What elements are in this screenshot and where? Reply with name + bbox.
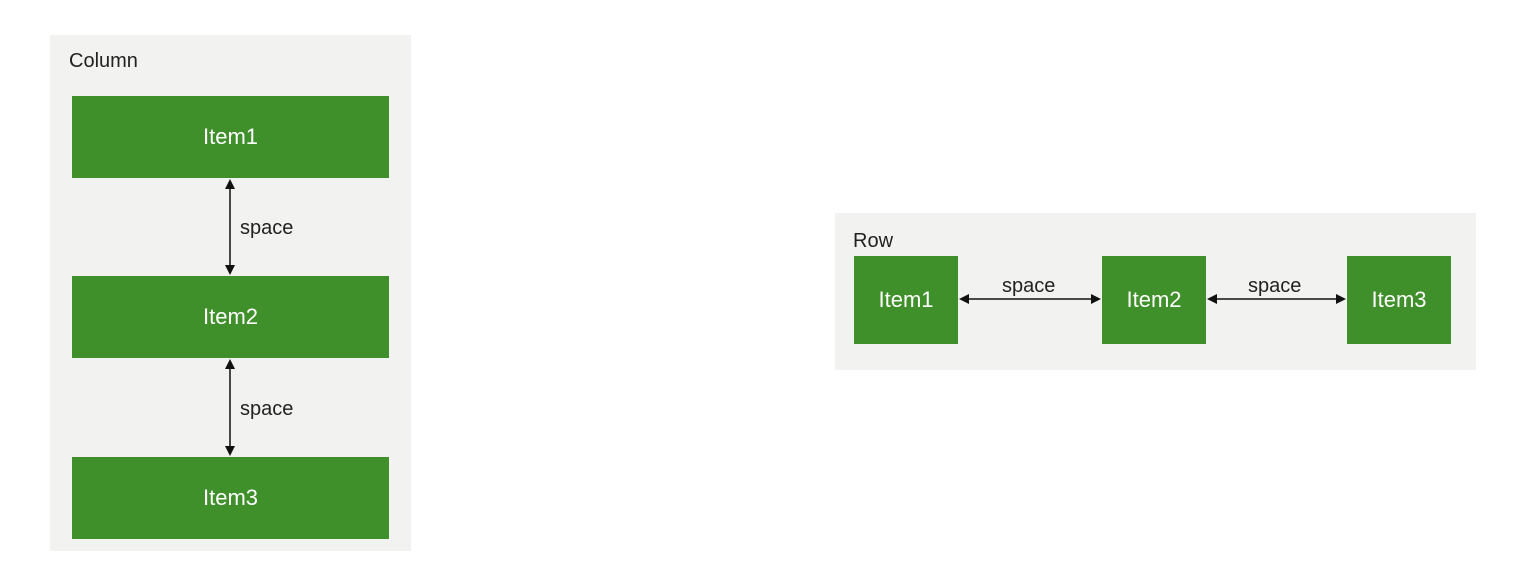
- column-item-3: Item3: [72, 457, 389, 539]
- column-item-2: Item2: [72, 276, 389, 358]
- column-space-label-1: space: [240, 217, 294, 239]
- column-title: Column: [69, 50, 138, 72]
- column-item-1: Item1: [72, 96, 389, 178]
- row-space-label-1: space: [1002, 275, 1056, 297]
- row-item-3: Item3: [1347, 256, 1451, 344]
- row-item-1: Item1: [854, 256, 958, 344]
- column-space-label-2: space: [240, 398, 294, 420]
- row-title: Row: [853, 230, 894, 252]
- row-item-2: Item2: [1102, 256, 1206, 344]
- row-space-label-2: space: [1248, 275, 1302, 297]
